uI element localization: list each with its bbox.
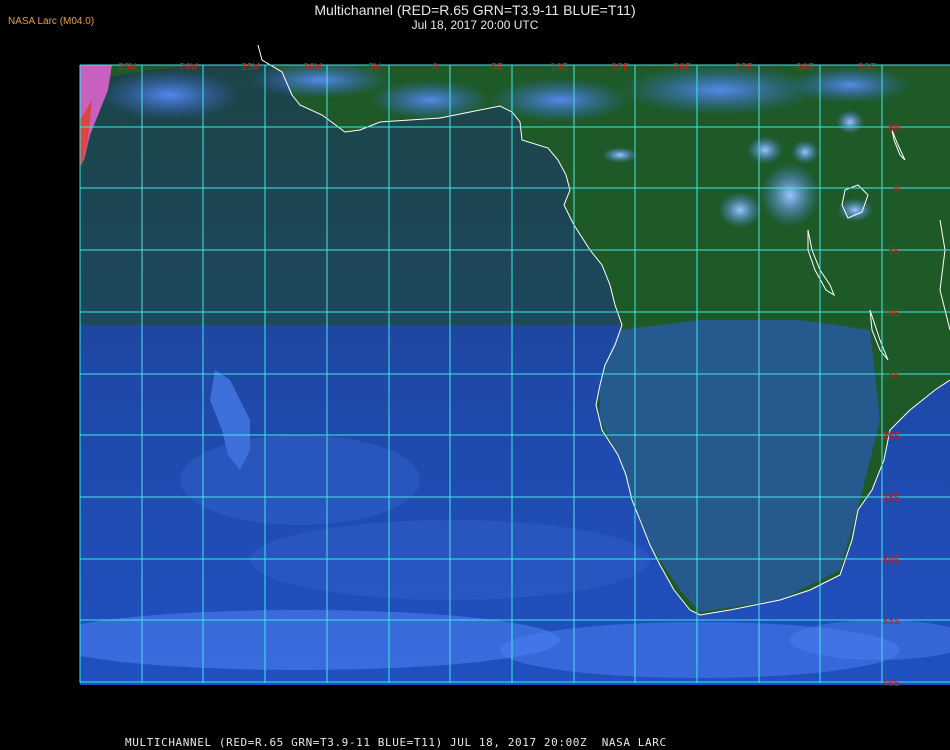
longitude-label: 30E [796, 62, 814, 73]
satellite-map[interactable]: 25W 20W 15W 10W 5W 0 5E 10E 15E 20E 25E 30E 35E 5N 0 5S… [0, 0, 950, 750]
longitude-label: 25W [118, 62, 137, 73]
convective-cell [791, 140, 819, 164]
convective-cell [747, 136, 783, 164]
longitude-label: 5W [368, 62, 381, 73]
latitude-label: 0 [894, 184, 900, 195]
convective-cell [760, 163, 820, 227]
convective-cell [718, 192, 762, 228]
latitude-label: 15S [882, 370, 900, 381]
latitude-label: 5S [888, 246, 900, 257]
longitude-label: 20E [673, 62, 691, 73]
cloud-cluster [370, 80, 490, 120]
latitude-label: 20S [882, 431, 900, 442]
cloud-cluster [490, 78, 630, 122]
longitude-label: 15W [241, 62, 260, 73]
longitude-label: 5E [491, 62, 503, 73]
latitude-label: 5N [888, 123, 900, 134]
longitude-label: 0 [432, 62, 438, 73]
convective-cell [836, 110, 864, 134]
longitude-label: 15E [611, 62, 629, 73]
longitude-label: 35E [858, 62, 876, 73]
convective-cell [602, 147, 638, 163]
footer-caption: MULTICHANNEL (RED=R.65 GRN=T3.9-11 BLUE=… [125, 736, 667, 749]
longitude-label: 10E [550, 62, 568, 73]
latitude-label: 30S [882, 555, 900, 566]
latitude-label: 10S [882, 308, 900, 319]
cloud-bank [180, 435, 420, 525]
latitude-label: 35S [882, 616, 900, 627]
latitude-label: 25S [882, 493, 900, 504]
cloud-cluster [100, 70, 240, 120]
longitude-label: 25E [735, 62, 753, 73]
longitude-label: 20W [179, 62, 198, 73]
cloud-cluster [620, 65, 820, 115]
southern-cloud-band [80, 610, 560, 670]
longitude-label: 10W [303, 62, 322, 73]
latitude-label: 40S [882, 678, 900, 689]
